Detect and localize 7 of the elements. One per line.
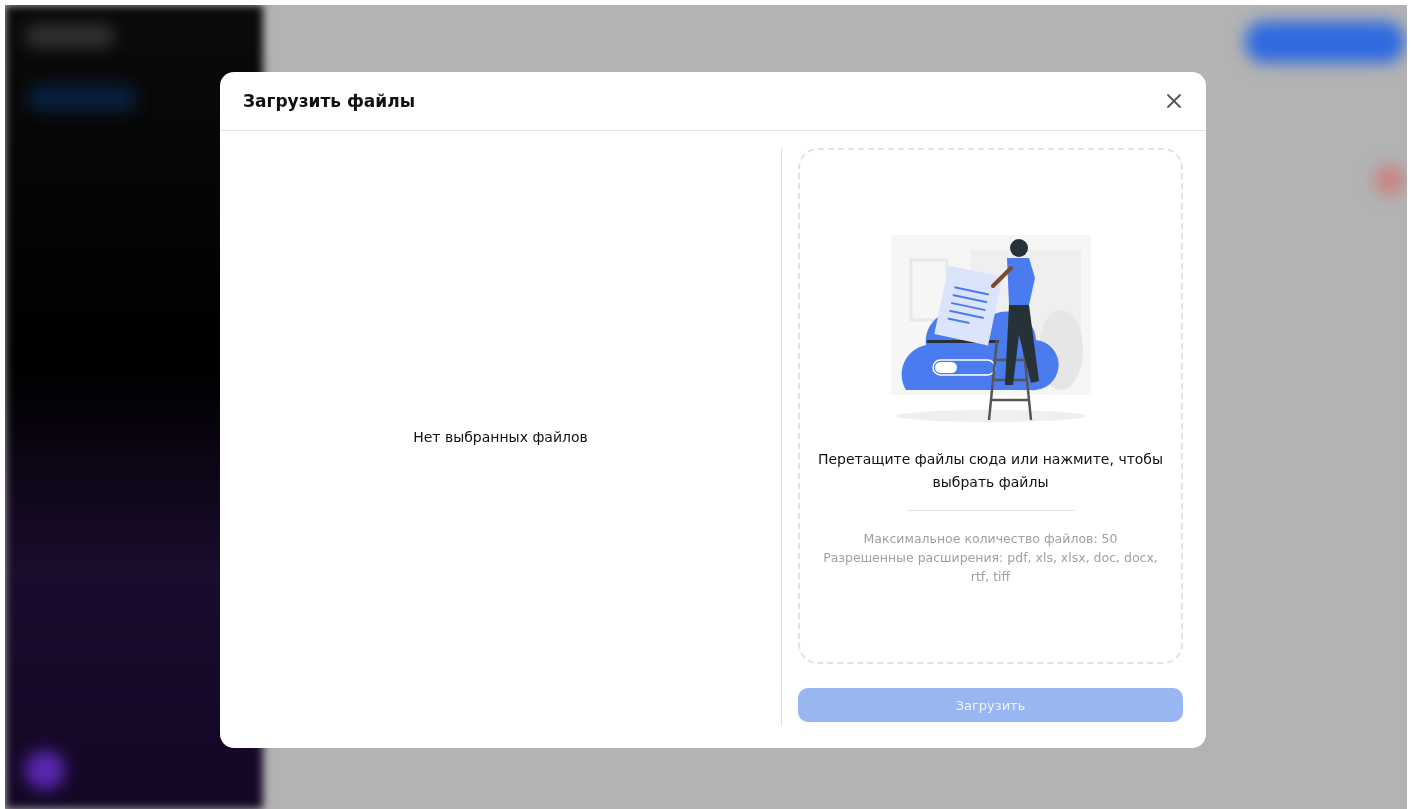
close-icon [1166, 93, 1182, 109]
dropzone[interactable]: Перетащите файлы сюда или нажмите, чтобы выбрать файлы Максимальное количество файлов: 50 Разрешенные расширения: pdf, xls, xlsx, doc, docx, rtf, tiff [798, 148, 1183, 664]
upload-limit-text: Разрешенные расширения: pdf, xls, xlsx, doc, docx, rtf, tiff [822, 549, 1159, 586]
dialog-title: Загрузить файлы [243, 91, 416, 111]
dropzone-prompt: Перетащите файлы сюда или нажмите, чтобы выбрать файлы [816, 450, 1165, 492]
upload-limit-text: Максимальное количество файлов: 50 [863, 530, 1118, 548]
empty-list-text: Нет выбранных файлов [413, 429, 588, 445]
